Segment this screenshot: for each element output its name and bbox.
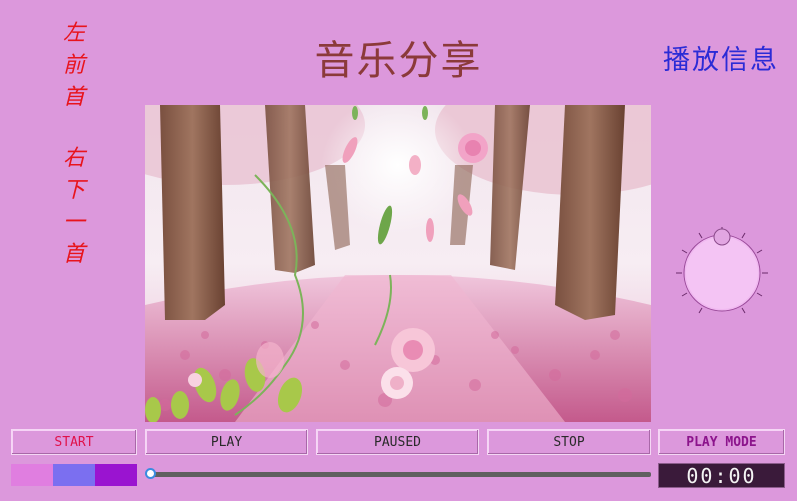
time-display: 00:00 [658,463,785,488]
theme-swatch-pink[interactable] [11,464,53,486]
theme-swatch-blue[interactable] [53,464,95,486]
album-artwork [145,105,651,422]
play-button[interactable]: PLAY [145,429,308,455]
stop-button[interactable]: STOP [487,429,651,455]
progress-thumb[interactable] [145,468,156,479]
theme-swatch-purple[interactable] [95,464,137,486]
pause-button[interactable]: PAUSED [316,429,479,455]
start-button[interactable]: START [11,429,137,455]
progress-slider[interactable] [145,468,651,479]
play-mode-button[interactable]: PLAY MODE [658,429,785,455]
volume-knob[interactable] [672,223,772,323]
volume-knob-icon [676,227,768,314]
theme-swatches [11,464,137,486]
play-info-label[interactable]: 播放信息 [663,38,779,77]
cherry-blossom-path-artwork [145,105,651,422]
next-track-label[interactable]: 右下一首 [60,143,88,271]
